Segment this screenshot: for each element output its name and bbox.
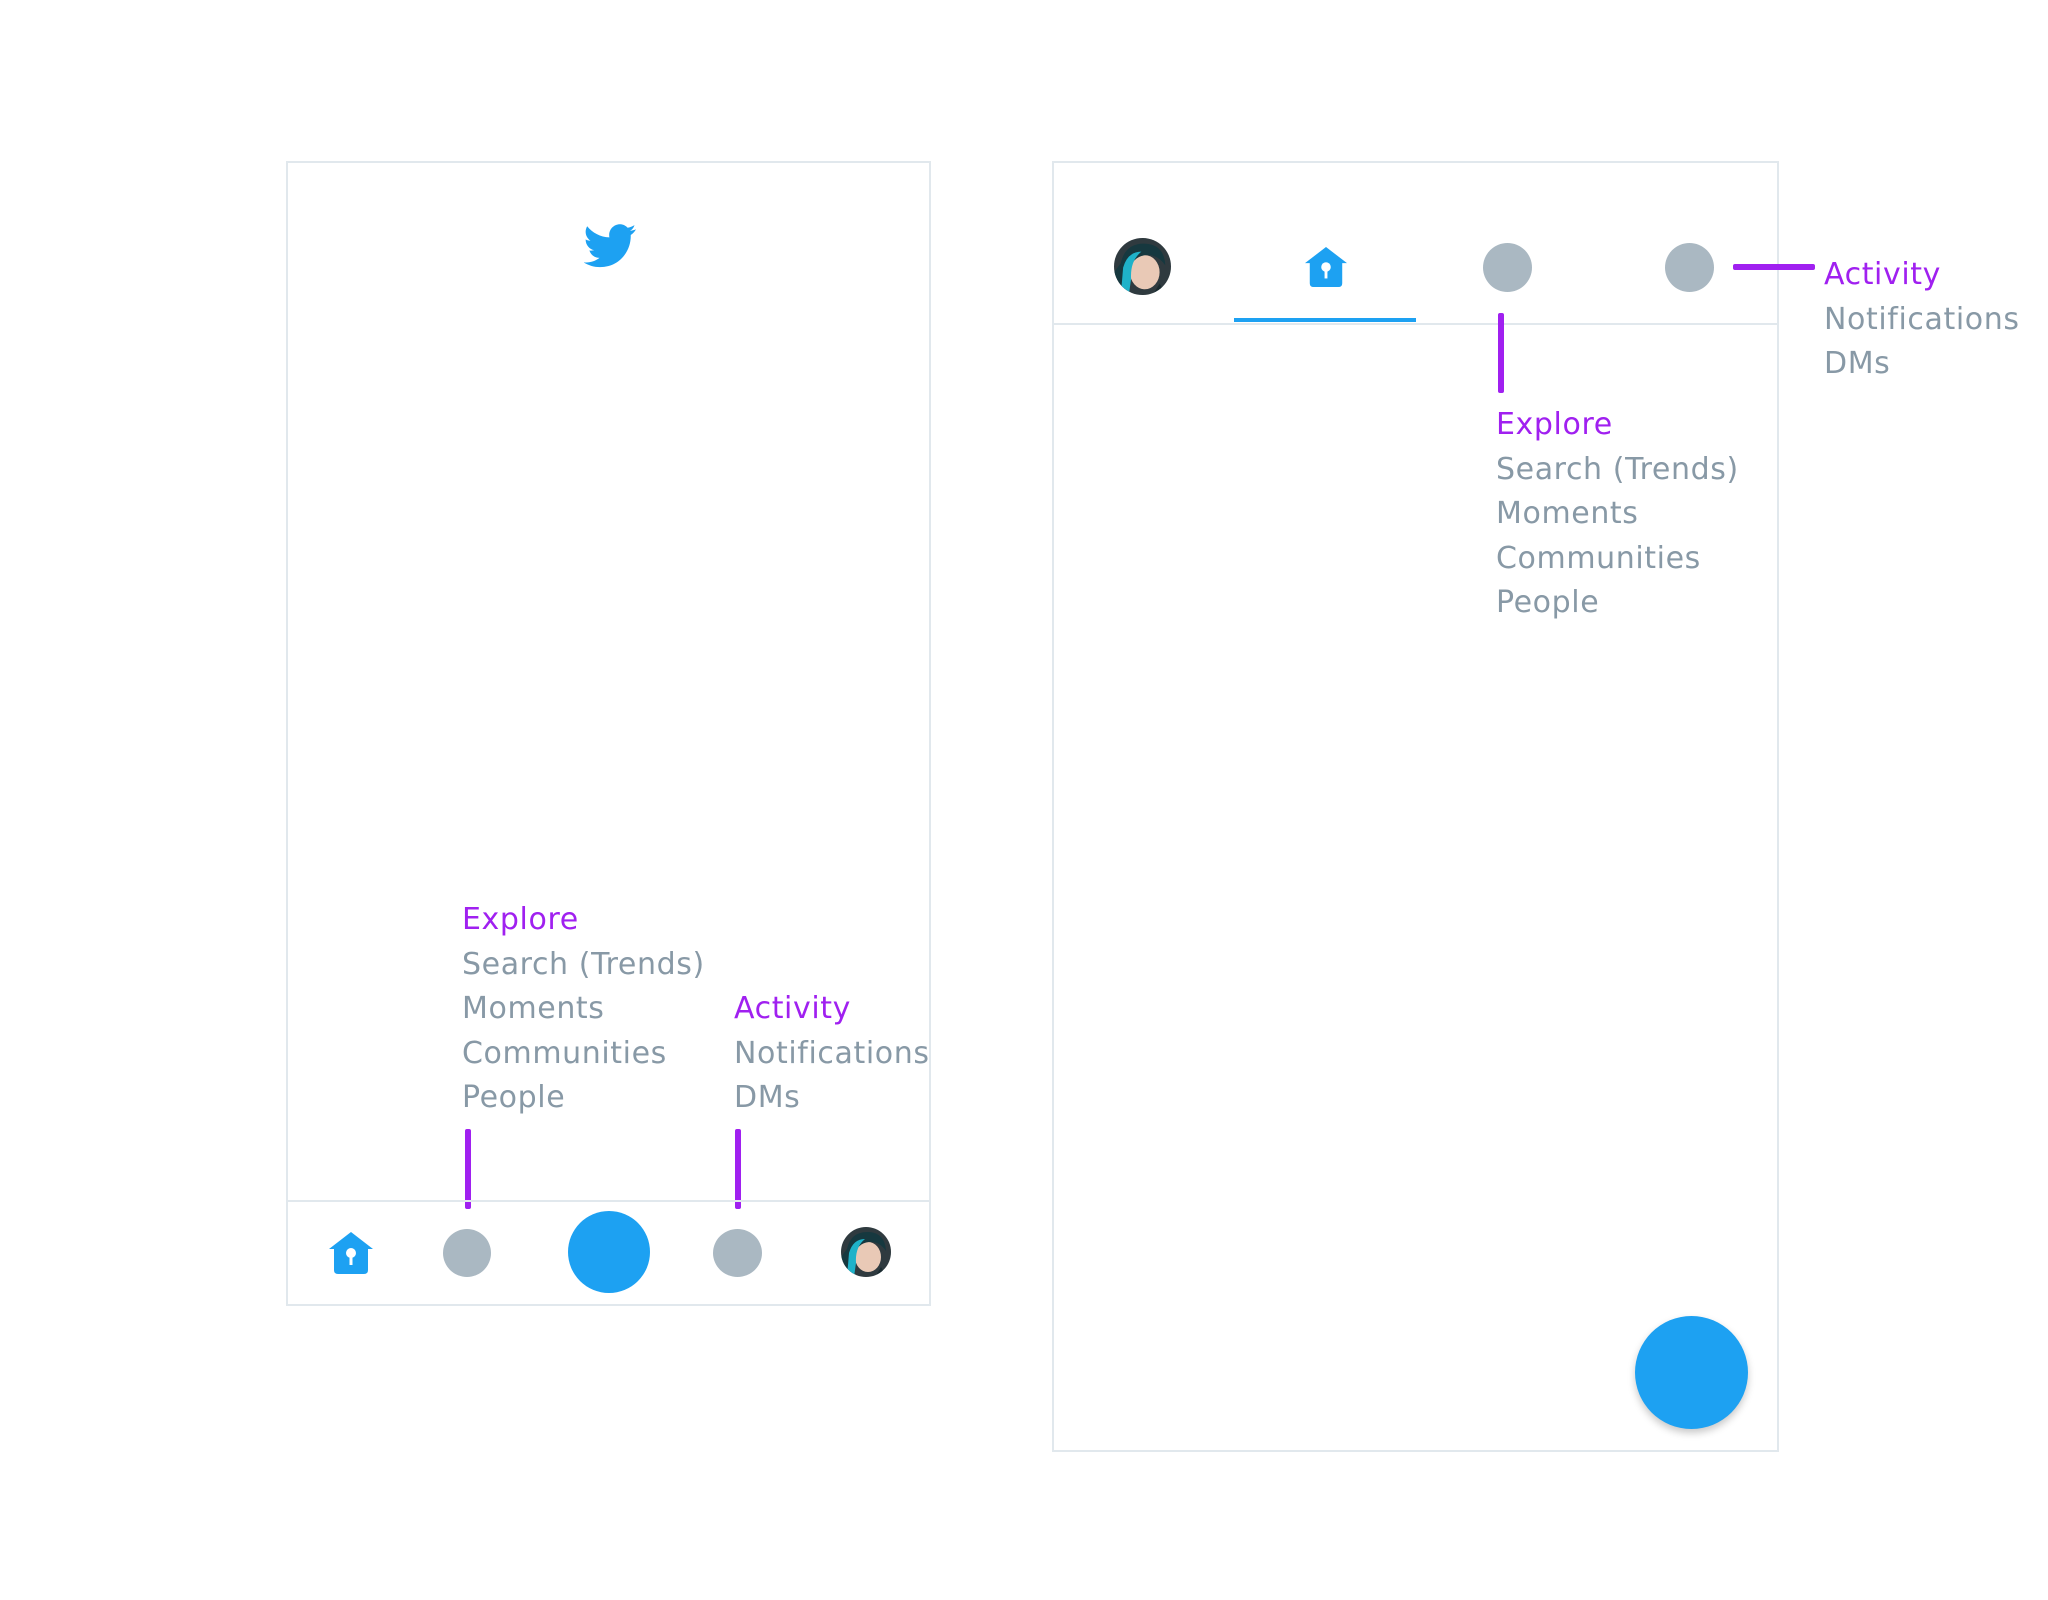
explore-connector [1498, 313, 1504, 393]
explore-connector [465, 1129, 471, 1209]
explore-item: People [462, 1080, 566, 1115]
android-layout-frame: Explore Search (Trends) Moments Communit… [1052, 161, 1779, 1452]
explore-item: Communities [1496, 540, 1701, 576]
ios-layout-frame: Explore Search (Trends) Moments Communit… [286, 161, 931, 1306]
activity-heading: Activity [734, 991, 851, 1026]
activity-tab-placeholder-icon[interactable] [1665, 243, 1714, 292]
explore-annotation: Explore Search (Trends) Moments Communit… [1496, 403, 1739, 626]
activity-item: DMs [734, 1080, 801, 1115]
activity-annotation: Activity Notifications DMs [1824, 253, 2020, 387]
tab-bar-divider [1054, 323, 1777, 325]
explore-annotation: Explore Search (Trends) Moments Communit… [462, 898, 705, 1121]
activity-connector [1733, 264, 1815, 270]
birdhouse-home-icon[interactable] [1303, 246, 1349, 288]
active-tab-indicator [1234, 318, 1416, 322]
explore-tab-placeholder-icon[interactable] [443, 1229, 491, 1277]
explore-item: Communities [462, 1035, 667, 1071]
explore-item: People [1496, 585, 1600, 620]
explore-item: Search (Trends) [462, 946, 705, 982]
explore-item: Search (Trends) [1496, 451, 1739, 487]
explore-heading: Explore [1496, 407, 1613, 442]
explore-heading: Explore [462, 902, 579, 937]
compose-fab[interactable] [1635, 1316, 1748, 1429]
profile-avatar[interactable] [1114, 238, 1171, 295]
explore-item: Moments [1496, 496, 1639, 531]
activity-connector [735, 1129, 741, 1209]
birdhouse-home-icon[interactable] [327, 1231, 375, 1275]
activity-annotation: Activity Notifications DMs [734, 987, 930, 1121]
activity-item: Notifications [734, 1035, 930, 1071]
twitter-bird-icon [584, 224, 637, 268]
activity-tab-placeholder-icon[interactable] [713, 1229, 762, 1277]
compose-fab[interactable] [568, 1211, 650, 1293]
activity-item: DMs [1824, 346, 1891, 381]
activity-item: Notifications [1824, 301, 2020, 337]
explore-item: Moments [462, 991, 605, 1026]
profile-avatar[interactable] [841, 1227, 891, 1277]
explore-tab-placeholder-icon[interactable] [1483, 243, 1532, 292]
tab-bar-divider [288, 1200, 929, 1202]
activity-heading: Activity [1824, 257, 1941, 292]
